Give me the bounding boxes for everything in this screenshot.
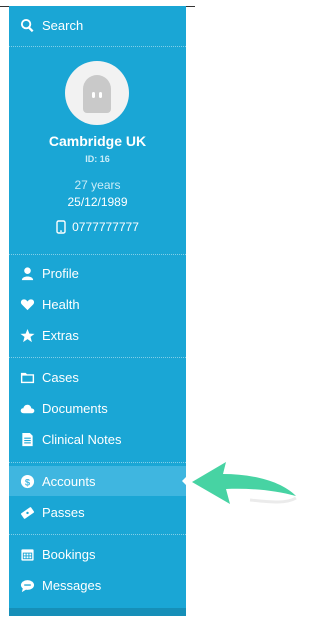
ticket-icon: [18, 503, 36, 521]
user-icon: [18, 264, 36, 282]
svg-text:$: $: [24, 477, 30, 487]
sidebar-item-profile[interactable]: Profile: [9, 258, 186, 288]
sidebar-item-label: Health: [42, 296, 80, 312]
sidebar: Search Cambridge UK ID: 16 27 years 25/1…: [9, 6, 187, 616]
sidebar-item-cases[interactable]: Cases: [9, 362, 186, 392]
patient-id: ID: 16: [85, 154, 110, 164]
calendar-icon: [18, 545, 36, 563]
sidebar-item-label: Documents: [42, 400, 108, 416]
sidebar-item-label: Profile: [42, 265, 79, 281]
cloud-icon: [18, 399, 36, 417]
star-icon: [18, 326, 36, 344]
chat-icon: [18, 576, 36, 594]
sidebar-item-clinical-notes[interactable]: Clinical Notes: [9, 424, 186, 454]
avatar[interactable]: [65, 61, 129, 125]
patient-age: 27 years: [74, 178, 121, 192]
search-button[interactable]: Search: [9, 10, 186, 40]
sidebar-item-label: Passes: [42, 504, 85, 520]
sidebar-item-passes[interactable]: Passes: [9, 497, 186, 527]
sidebar-item-health[interactable]: Health: [9, 289, 186, 319]
document-icon: [18, 430, 36, 448]
divider: [9, 462, 186, 463]
sidebar-item-label: Accounts: [42, 473, 96, 489]
sidebar-item-bookings[interactable]: Bookings: [9, 539, 186, 569]
pointer-arrow-icon: [192, 462, 297, 504]
divider: [9, 534, 186, 535]
divider: [9, 357, 186, 358]
phone-number: 0777777777: [72, 220, 139, 234]
search-icon: [18, 16, 36, 34]
sidebar-item-documents[interactable]: Documents: [9, 393, 186, 423]
folder-icon: [18, 368, 36, 386]
sidebar-footer: [9, 608, 186, 616]
divider: [9, 46, 186, 47]
sidebar-item-accounts[interactable]: $ Accounts: [9, 466, 187, 496]
mobile-phone-icon: [56, 220, 66, 234]
dollar-icon: $: [18, 472, 36, 490]
divider: [9, 254, 186, 255]
sidebar-item-label: Messages: [42, 577, 102, 593]
sidebar-item-extras[interactable]: Extras: [9, 320, 186, 350]
sidebar-item-label: Extras: [42, 327, 79, 343]
patient-dob: 25/12/1989: [67, 195, 128, 209]
patient-name: Cambridge UK: [48, 133, 147, 149]
sidebar-item-label: Bookings: [42, 546, 96, 562]
sidebar-item-messages[interactable]: Messages: [9, 570, 186, 600]
patient-phone: 0777777777: [9, 220, 186, 234]
heart-icon: [18, 295, 36, 313]
sidebar-item-label: Clinical Notes: [42, 431, 122, 447]
sidebar-item-label: Cases: [42, 369, 79, 385]
search-label: Search: [42, 17, 84, 33]
active-indicator: [182, 476, 187, 486]
avatar-ghost: [83, 75, 111, 113]
